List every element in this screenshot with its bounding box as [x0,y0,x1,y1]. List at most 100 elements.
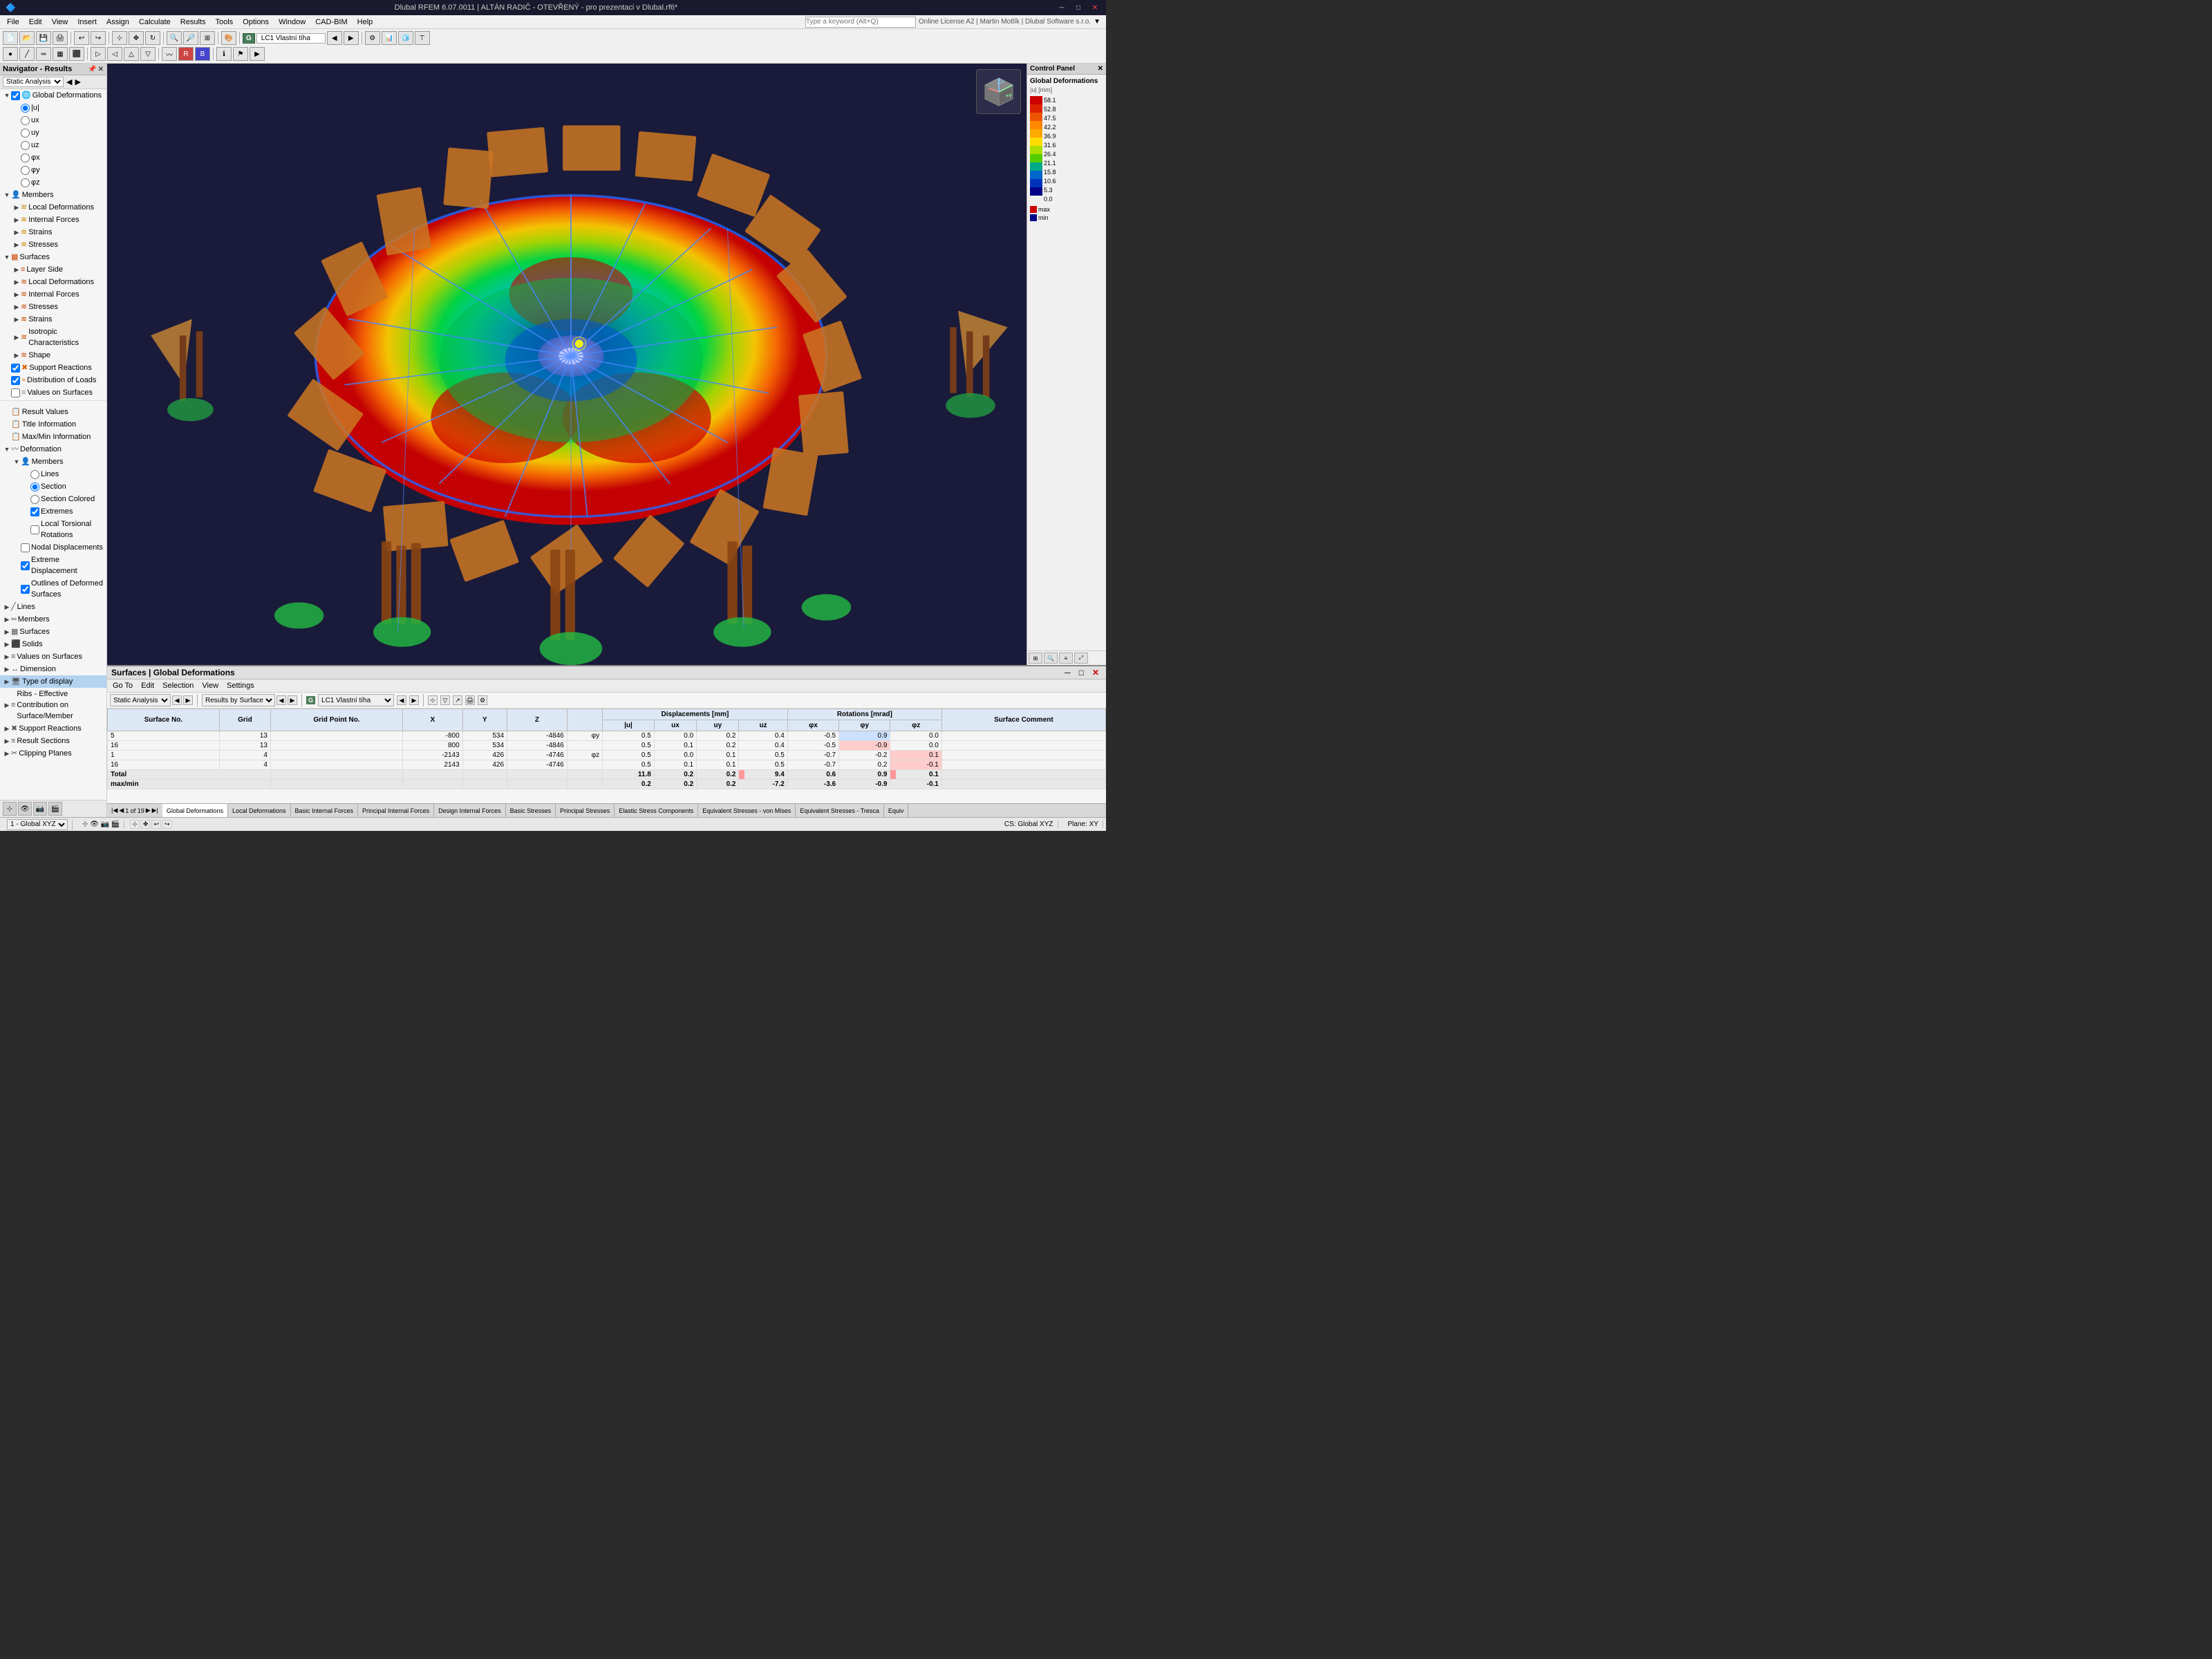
tree-extreme-displacement[interactable]: Extreme Displacement [0,554,106,577]
minimize-btn[interactable]: ─ [1056,2,1067,13]
cb-extremes[interactable] [30,507,39,516]
tree-surfaces[interactable]: ▼ ▦ Surfaces [0,251,106,263]
radio-uy[interactable] [21,129,30,138]
tree-maxmin-information[interactable]: 📋 Max/Min Information [0,431,106,443]
tree-result-sections[interactable]: ▶ ≡ Result Sections [0,735,106,747]
menu-window[interactable]: Window [274,17,310,27]
tree-surfaces2[interactable]: ▶ ▦ Surfaces [0,626,106,638]
tree-global-deformations[interactable]: ▼ 🌐 Global Deformations [0,89,106,102]
tree-u-abs[interactable]: |u| [0,102,106,114]
tb-line[interactable]: ╱ [19,47,35,61]
tb-node[interactable]: ● [3,47,18,61]
tb-filter4[interactable]: ▽ [140,47,156,61]
tree-distribution-loads[interactable]: ≈ Distribution of Loads [0,374,106,386]
nav-next[interactable]: ▶ [75,77,80,86]
rp-close-btn[interactable]: ✕ [1089,668,1102,677]
status-tool-1[interactable]: ⊹ [130,820,140,829]
tree-outlines-deformed[interactable]: Outlines of Deformed Surfaces [0,577,106,601]
tb-lc-next[interactable]: ▶ [344,31,359,45]
tb-filter1[interactable]: ▷ [91,47,106,61]
tab-basic-stresses[interactable]: Basic Stresses [506,804,556,818]
radio-phiy[interactable] [21,166,30,175]
rp-lc-next[interactable]: ▶ [409,695,419,705]
tree-nodal-displacements[interactable]: Nodal Displacements [0,541,106,554]
radio-phix[interactable] [21,153,30,162]
close-btn[interactable]: ✕ [1089,2,1100,13]
tree-members[interactable]: ▼ 👤 Members [0,189,106,201]
tree-solids[interactable]: ▶ ⬛ Solids [0,638,106,650]
tb-member[interactable]: ═ [36,47,51,61]
rp-btn-filter[interactable]: ▽ [440,695,450,705]
nav-btn-select[interactable]: ⊹ [3,802,17,816]
account-btn[interactable]: ▼ [1094,18,1100,26]
tb-filter3[interactable]: △ [124,47,139,61]
tree-lines[interactable]: Lines [0,468,106,480]
tb-save[interactable]: 💾 [36,31,51,45]
tab-local-deformations[interactable]: Local Deformations [228,804,291,818]
nav-btn-film[interactable]: 🎬 [48,802,62,816]
status-tool-2[interactable]: ✥ [141,820,151,829]
cp-btn3[interactable]: ≡ [1059,653,1073,664]
radio-lines[interactable] [30,470,39,479]
rp-maximize-btn[interactable]: □ [1076,668,1087,677]
lc-name[interactable]: LC1 Vlastní tíha [256,33,326,44]
radio-section[interactable] [30,482,39,491]
tab-global-deformations[interactable]: Global Deformations [162,804,228,818]
nav-analysis-select[interactable]: Static Analysis [3,77,64,87]
vp-gizmo[interactable]: Z+ +Y [976,69,1021,114]
radio-section-colored[interactable] [30,495,39,504]
tree-support-reactions[interactable]: ✖ Support Reactions [0,362,106,374]
tb-result[interactable]: 📊 [382,31,397,45]
tb-zoom-in[interactable]: 🔍 [167,31,182,45]
tree-members-stresses[interactable]: ▶ ≋ Stresses [0,238,106,251]
tree-surfaces-shape[interactable]: ▶ ≋ Shape [0,349,106,362]
tb-fit[interactable]: ⊞ [200,31,215,45]
tb-render[interactable]: 🎨 [221,31,236,45]
tree-ribs[interactable]: ▶ ≡ Ribs - Effective Contribution on Sur… [0,688,106,722]
maximize-btn[interactable]: □ [1073,2,1084,13]
tab-basic-internal-forces[interactable]: Basic Internal Forces [291,804,359,818]
tb-undo[interactable]: ↩ [74,31,89,45]
search-input[interactable] [805,17,916,28]
status-icon4[interactable]: 🎬 [111,821,120,828]
tb-view-top[interactable]: ⊤ [415,31,430,45]
status-icon1[interactable]: ⊹ [82,821,88,828]
page-prev-btn[interactable]: ◀ [119,807,124,814]
rp-menu-settings[interactable]: Settings [224,681,257,691]
tree-surfaces-isotropic[interactable]: ▶ ≋ Isotropic Characteristics [0,326,106,349]
nav-close-btn[interactable]: ✕ [98,66,104,73]
tb-print[interactable]: 🖨 [53,31,68,45]
rp-results-next[interactable]: ▶ [288,695,297,705]
tb-solid[interactable]: ⬛ [69,47,84,61]
tb-move[interactable]: ✥ [129,31,144,45]
tb-new[interactable]: 📄 [3,31,18,45]
nav-prev[interactable]: ◀ [66,77,72,86]
nav-btn-cam[interactable]: 📷 [33,802,47,816]
rp-minimize-btn[interactable]: ─ [1062,668,1074,677]
tree-members-strains[interactable]: ▶ ≋ Strains [0,226,106,238]
rp-analysis-select[interactable]: Static Analysis [110,694,171,706]
tb-open[interactable]: 📂 [19,31,35,45]
cp-fullscreen-btn[interactable]: ⤢ [1074,653,1088,664]
tree-values-surfaces2[interactable]: ▶ ≡ Values on Surfaces [0,650,106,663]
cb-nodal-displacements[interactable] [21,543,30,552]
menu-cadbim[interactable]: CAD-BIM [311,17,351,27]
menu-file[interactable]: File [3,17,24,27]
tree-values-surfaces[interactable]: ≡ Values on Surfaces [0,386,106,399]
tree-section[interactable]: Section [0,480,106,493]
tree-members-internal-forces[interactable]: ▶ ≋ Internal Forces [0,214,106,226]
tree-title-information[interactable]: 📋 Title Information [0,418,106,431]
rp-analysis-prev[interactable]: ◀ [172,695,182,705]
tree-deformation-members[interactable]: ▼ 👤 Members [0,456,106,468]
tab-design-internal-forces[interactable]: Design Internal Forces [434,804,506,818]
menu-view[interactable]: View [48,17,73,27]
tree-surfaces-local-deformations[interactable]: ▶ ≋ Local Deformations [0,276,106,288]
tree-surfaces-stresses[interactable]: ▶ ≋ Stresses [0,301,106,313]
tb-rotate[interactable]: ↻ [145,31,160,45]
page-next-btn[interactable]: ▶ [146,807,151,814]
rp-menu-view[interactable]: View [199,681,221,691]
cp-btn1[interactable]: ⊞ [1029,653,1042,664]
cb-global-deformations[interactable] [11,91,20,100]
tree-support-reactions2[interactable]: ▶ ✖ Support Reactions [0,722,106,735]
tb-anim[interactable]: ▶ [250,47,265,61]
